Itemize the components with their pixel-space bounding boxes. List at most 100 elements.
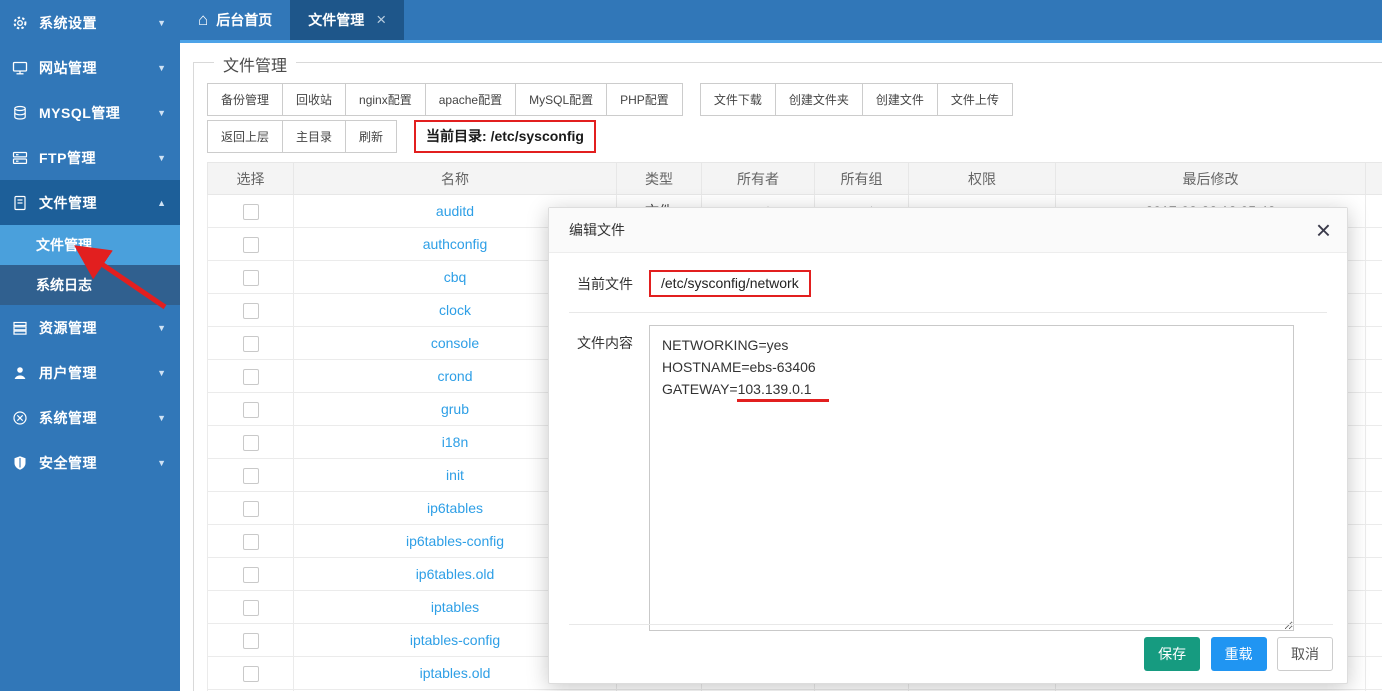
tab-file-management[interactable]: 文件管理 ×	[290, 0, 404, 40]
sidebar-item-ftp[interactable]: FTP管理 ▼	[0, 135, 180, 180]
save-button[interactable]: 保存	[1144, 637, 1200, 671]
file-action-button-group: 文件下载 创建文件夹 创建文件 文件上传	[700, 83, 1013, 116]
chevron-down-icon: ▼	[157, 323, 166, 333]
cell-extra	[1366, 492, 1382, 525]
file-link[interactable]: authconfig	[423, 236, 488, 252]
sidebar-item-label: 用户管理	[39, 363, 157, 383]
tab-close-icon[interactable]: ×	[376, 10, 386, 30]
file-link[interactable]: console	[431, 335, 479, 351]
file-link[interactable]: clock	[439, 302, 471, 318]
sidebar-item-label: 系统设置	[39, 13, 157, 33]
reload-button[interactable]: 重载	[1211, 637, 1267, 671]
file-link[interactable]: ip6tables.old	[416, 566, 495, 582]
file-link[interactable]: ip6tables	[427, 500, 483, 516]
file-link[interactable]: i18n	[442, 434, 468, 450]
refresh-button[interactable]: 刷新	[345, 120, 397, 153]
file-link[interactable]: grub	[441, 401, 469, 417]
file-content-label: 文件内容	[577, 325, 649, 353]
chevron-down-icon: ▼	[157, 413, 166, 423]
file-link[interactable]: auditd	[436, 203, 474, 219]
row-checkbox[interactable]	[243, 237, 259, 253]
gear-icon	[12, 15, 28, 31]
sidebar-item-label: 资源管理	[39, 318, 157, 338]
cell-extra	[1366, 459, 1382, 492]
row-checkbox[interactable]	[243, 600, 259, 616]
file-link[interactable]: iptables	[431, 599, 479, 615]
close-icon[interactable]: ×	[1316, 214, 1331, 246]
backup-management-button[interactable]: 备份管理	[207, 83, 283, 116]
tab-label: 文件管理	[308, 10, 364, 30]
create-file-button[interactable]: 创建文件	[862, 83, 938, 116]
row-checkbox[interactable]	[243, 369, 259, 385]
system-gear-icon	[12, 410, 28, 426]
row-checkbox[interactable]	[243, 336, 259, 352]
resource-icon	[12, 320, 28, 336]
row-checkbox[interactable]	[243, 567, 259, 583]
row-checkbox[interactable]	[243, 633, 259, 649]
file-link[interactable]: crond	[437, 368, 472, 384]
toolbar-row-2: 返回上层 主目录 刷新 当前目录: /etc/sysconfig	[207, 120, 1382, 153]
column-header-extra	[1366, 163, 1382, 195]
sidebar-subitem-system-log[interactable]: 系统日志	[0, 265, 180, 305]
go-up-button[interactable]: 返回上层	[207, 120, 283, 153]
sidebar-item-system-settings[interactable]: 系统设置 ▼	[0, 0, 180, 45]
row-checkbox[interactable]	[243, 468, 259, 484]
current-directory-label: 当前目录: /etc/sysconfig	[414, 120, 596, 153]
row-checkbox[interactable]	[243, 534, 259, 550]
nginx-config-button[interactable]: nginx配置	[345, 83, 426, 116]
column-header-owner: 所有者	[702, 163, 815, 195]
file-link[interactable]: ip6tables-config	[406, 533, 504, 549]
home-directory-button[interactable]: 主目录	[282, 120, 346, 153]
server-icon	[12, 150, 28, 166]
row-checkbox[interactable]	[243, 666, 259, 682]
file-link[interactable]: init	[446, 467, 464, 483]
column-header-name: 名称	[294, 163, 617, 195]
file-link[interactable]: iptables-config	[410, 632, 500, 648]
cell-extra	[1366, 327, 1382, 360]
row-checkbox[interactable]	[243, 435, 259, 451]
sidebar-item-file-management[interactable]: 文件管理 ▲	[0, 180, 180, 225]
tab-label: 后台首页	[216, 10, 272, 30]
row-checkbox[interactable]	[243, 270, 259, 286]
dialog-footer: 保存 重载 取消	[569, 624, 1333, 671]
sidebar-item-system-management[interactable]: 系统管理 ▼	[0, 395, 180, 440]
file-link[interactable]: iptables.old	[420, 665, 491, 681]
apache-config-button[interactable]: apache配置	[425, 83, 516, 116]
recycle-bin-button[interactable]: 回收站	[282, 83, 346, 116]
cancel-button[interactable]: 取消	[1277, 637, 1333, 671]
cell-extra	[1366, 261, 1382, 294]
sidebar-subitem-file-management[interactable]: 文件管理	[0, 225, 180, 265]
mysql-config-button[interactable]: MySQL配置	[515, 83, 607, 116]
sidebar-item-security[interactable]: 安全管理 ▼	[0, 440, 180, 485]
file-link[interactable]: cbq	[444, 269, 467, 285]
database-icon	[12, 105, 28, 121]
page-title: 文件管理	[214, 52, 296, 76]
file-download-button[interactable]: 文件下载	[700, 83, 776, 116]
file-content-textarea[interactable]: NETWORKING=yes HOSTNAME=ebs-63406 GATEWA…	[649, 325, 1294, 631]
cell-extra	[1366, 657, 1382, 690]
row-checkbox[interactable]	[243, 501, 259, 517]
column-header-perm: 权限	[909, 163, 1056, 195]
create-folder-button[interactable]: 创建文件夹	[775, 83, 863, 116]
sidebar-item-website[interactable]: 网站管理 ▼	[0, 45, 180, 90]
current-file-value: /etc/sysconfig/network	[649, 270, 811, 297]
cell-extra	[1366, 360, 1382, 393]
file-upload-button[interactable]: 文件上传	[937, 83, 1013, 116]
toolbar-row-1: 备份管理 回收站 nginx配置 apache配置 MySQL配置 PHP配置 …	[207, 83, 1382, 116]
column-header-group: 所有组	[815, 163, 909, 195]
tab-dashboard-home[interactable]: ⌂ 后台首页	[180, 0, 290, 40]
php-config-button[interactable]: PHP配置	[606, 83, 683, 116]
row-checkbox[interactable]	[243, 402, 259, 418]
sidebar-item-mysql[interactable]: MYSQL管理 ▼	[0, 90, 180, 135]
sidebar-item-label: 系统管理	[39, 408, 157, 428]
row-checkbox[interactable]	[243, 303, 259, 319]
row-checkbox[interactable]	[243, 204, 259, 220]
sidebar-item-resource[interactable]: 资源管理 ▼	[0, 305, 180, 350]
sidebar-item-label: 网站管理	[39, 58, 157, 78]
cell-extra	[1366, 294, 1382, 327]
chevron-down-icon: ▼	[157, 153, 166, 163]
cell-extra	[1366, 591, 1382, 624]
sidebar-item-label: 安全管理	[39, 453, 157, 473]
sidebar: 系统设置 ▼ 网站管理 ▼ MYSQL管理 ▼ FTP管理 ▼	[0, 0, 180, 691]
sidebar-item-users[interactable]: 用户管理 ▼	[0, 350, 180, 395]
